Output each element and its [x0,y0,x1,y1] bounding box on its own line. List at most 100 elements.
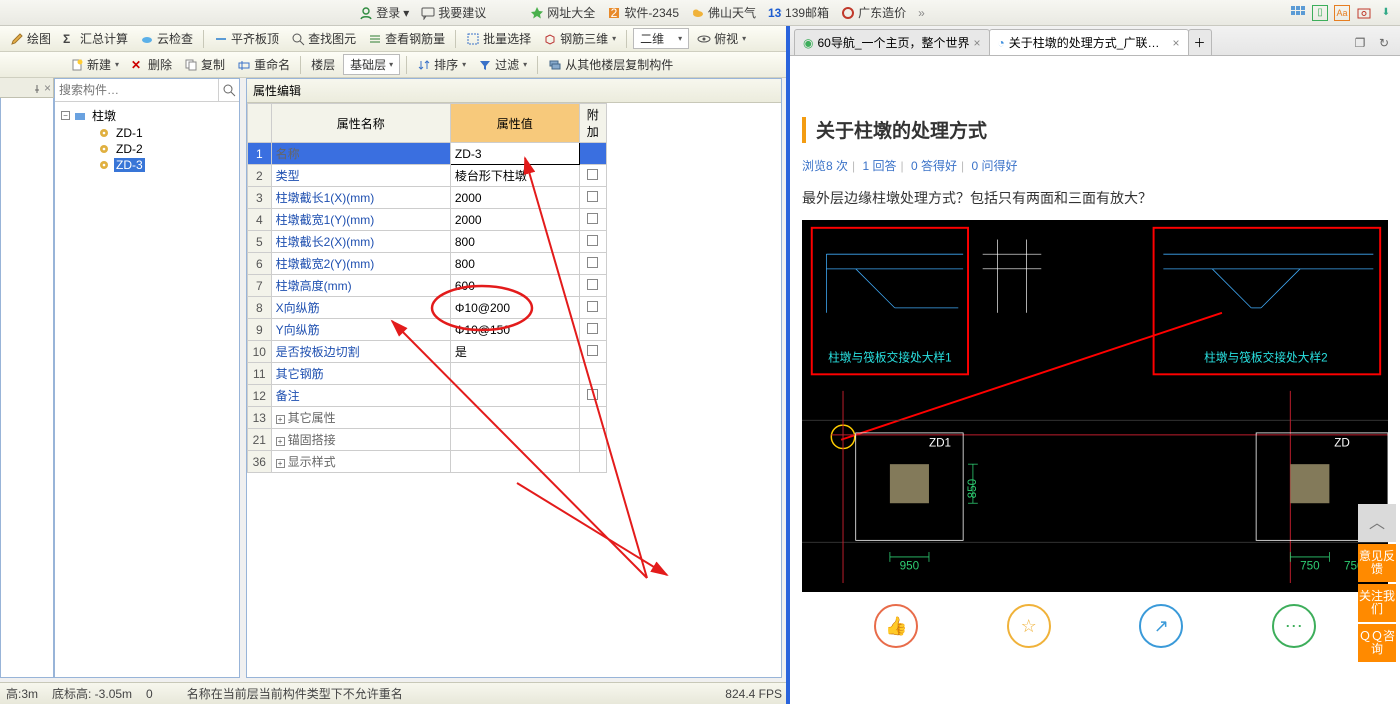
find-button[interactable]: 查找图元 [287,28,360,49]
scroll-top-button[interactable]: ︿ [1358,504,1396,542]
good-answers[interactable]: 0 答得好 [911,159,957,173]
reader-icon[interactable]: Aa [1334,5,1350,21]
extra-cell[interactable] [579,297,606,319]
search-button[interactable] [218,79,239,101]
extra-cell[interactable] [579,363,606,385]
copyfrom-button[interactable]: 从其他楼层复制构件 [544,54,677,75]
value-cell[interactable]: 2000 [450,209,579,231]
sort-button[interactable]: 排序▾ [413,54,470,75]
extra-cell[interactable] [579,341,606,363]
flat-button[interactable]: 平齐板顶 [210,28,283,49]
attr-cell[interactable]: 柱墩截长1(X)(mm) [271,187,450,209]
thumbs-up-button[interactable]: 👍 [874,604,918,648]
extra-cell[interactable] [579,209,606,231]
2d-select[interactable]: 二维▾ [633,28,689,49]
attr-cell[interactable]: 柱墩截长2(X)(mm) [271,231,450,253]
browser-tab[interactable]: ◔ 关于柱墩的处理方式_广联达服务 × [989,29,1189,55]
restore-icon[interactable]: ❐ [1348,31,1372,55]
new-tab-button[interactable]: ＋ [1188,29,1212,55]
value-cell[interactable]: 是 [450,341,579,363]
table-row[interactable]: 8X向纵筋Φ10@200 [248,297,607,319]
checkbox-icon[interactable] [587,235,598,246]
table-row[interactable]: 21+锚固搭接 [248,429,607,451]
tree-item[interactable]: ZD-1 [97,125,237,141]
attr-cell[interactable]: X向纵筋 [271,297,450,319]
extra-cell[interactable] [579,231,606,253]
attr-cell[interactable]: 名称 [271,143,450,165]
fav-link-0[interactable]: 网址大全 [530,4,595,21]
table-row[interactable]: 13+其它属性 [248,407,607,429]
pin-icon[interactable] [32,83,42,93]
steel3d-button[interactable]: 钢筋三维▾ [539,28,620,49]
search-input[interactable] [55,80,218,100]
value-cell[interactable]: Φ10@200 [450,297,579,319]
rename-button[interactable]: 重命名 [233,54,294,75]
checkbox-icon[interactable] [587,323,598,334]
grid-icon[interactable] [1290,5,1306,21]
checkbox-icon[interactable] [587,191,598,202]
steelview-button[interactable]: 查看钢筋量 [364,28,449,49]
tree-root[interactable]: − 柱墩 [61,106,237,125]
value-cell[interactable] [450,385,579,407]
fav-link-3[interactable]: 139 139邮箱 [768,4,829,21]
table-row[interactable]: 5柱墩截长2(X)(mm)800 [248,231,607,253]
value-cell[interactable]: Φ10@150 [450,319,579,341]
fav-link-4[interactable]: 广东造价 [841,4,906,21]
extra-cell[interactable] [579,187,606,209]
checkbox-icon[interactable] [587,213,598,224]
more-favorites[interactable]: » [918,6,925,20]
attr-cell[interactable]: 其它钢筋 [271,363,450,385]
attr-cell[interactable]: 类型 [271,165,450,187]
feedback-button[interactable]: 意见反馈 [1358,544,1396,582]
table-row[interactable]: 11其它钢筋 [248,363,607,385]
checkbox-icon[interactable] [587,345,598,356]
extra-cell[interactable] [579,429,606,451]
collapse-icon[interactable]: − [61,111,70,120]
close-icon[interactable]: × [1173,36,1180,50]
expand-icon[interactable]: + [276,437,285,446]
attr-cell[interactable]: 柱墩截宽1(Y)(mm) [271,209,450,231]
tree-item[interactable]: ZD-2 [97,141,237,157]
draw-button[interactable]: 绘图 [6,28,55,49]
table-row[interactable]: 10是否按板边切割是 [248,341,607,363]
attr-cell[interactable]: +显示样式 [271,451,450,473]
checkbox-icon[interactable] [587,257,598,268]
table-row[interactable]: 12备注 [248,385,607,407]
value-cell[interactable]: 800 [450,231,579,253]
extra-cell[interactable] [579,253,606,275]
attr-cell[interactable]: 柱墩高度(mm) [271,275,450,297]
good-questions[interactable]: 0 问得好 [971,159,1017,173]
sumcalc-button[interactable]: Σ汇总计算 [59,28,132,49]
table-row[interactable]: 36+显示样式 [248,451,607,473]
value-cell[interactable]: ZD-3 [450,143,579,165]
copy-button[interactable]: 复制 [180,54,229,75]
attr-cell[interactable]: 备注 [271,385,450,407]
table-row[interactable]: 7柱墩高度(mm)600 [248,275,607,297]
table-row[interactable]: 4柱墩截宽1(Y)(mm)2000 [248,209,607,231]
attr-cell[interactable]: 是否按板边切割 [271,341,450,363]
value-cell[interactable]: 棱台形下柱墩 [450,165,579,187]
answers[interactable]: 1 回答 [862,159,896,173]
delete-button[interactable]: ✕删除 [127,54,176,75]
batch-button[interactable]: 批量选择 [462,28,535,49]
star-button[interactable]: ☆ [1007,604,1051,648]
cloudcheck-button[interactable]: 云检查 [136,28,197,49]
value-cell[interactable]: 800 [450,253,579,275]
fav-link-2[interactable]: 佛山天气 [691,4,756,21]
value-cell[interactable] [450,451,579,473]
birdview-button[interactable]: 俯视▾ [693,28,750,49]
feedback-link[interactable]: 我要建议 [421,4,486,21]
more-button[interactable]: ⋯ [1272,604,1316,648]
qq-button[interactable]: ＱＱ咨询 [1358,624,1396,662]
refresh-icon[interactable]: ↻ [1372,31,1396,55]
share-button[interactable]: ↗ [1139,604,1183,648]
table-row[interactable]: 6柱墩截宽2(Y)(mm)800 [248,253,607,275]
book-icon[interactable]: ▯ [1312,5,1328,21]
close-icon[interactable]: × [974,36,981,50]
login-link[interactable]: 登录 ▾ [359,4,409,21]
download-icon[interactable]: ⬇ [1378,5,1394,21]
extra-cell[interactable] [579,275,606,297]
new-button[interactable]: 新建▾ [66,54,123,75]
checkbox-icon[interactable] [587,169,598,180]
expand-icon[interactable]: + [276,459,285,468]
